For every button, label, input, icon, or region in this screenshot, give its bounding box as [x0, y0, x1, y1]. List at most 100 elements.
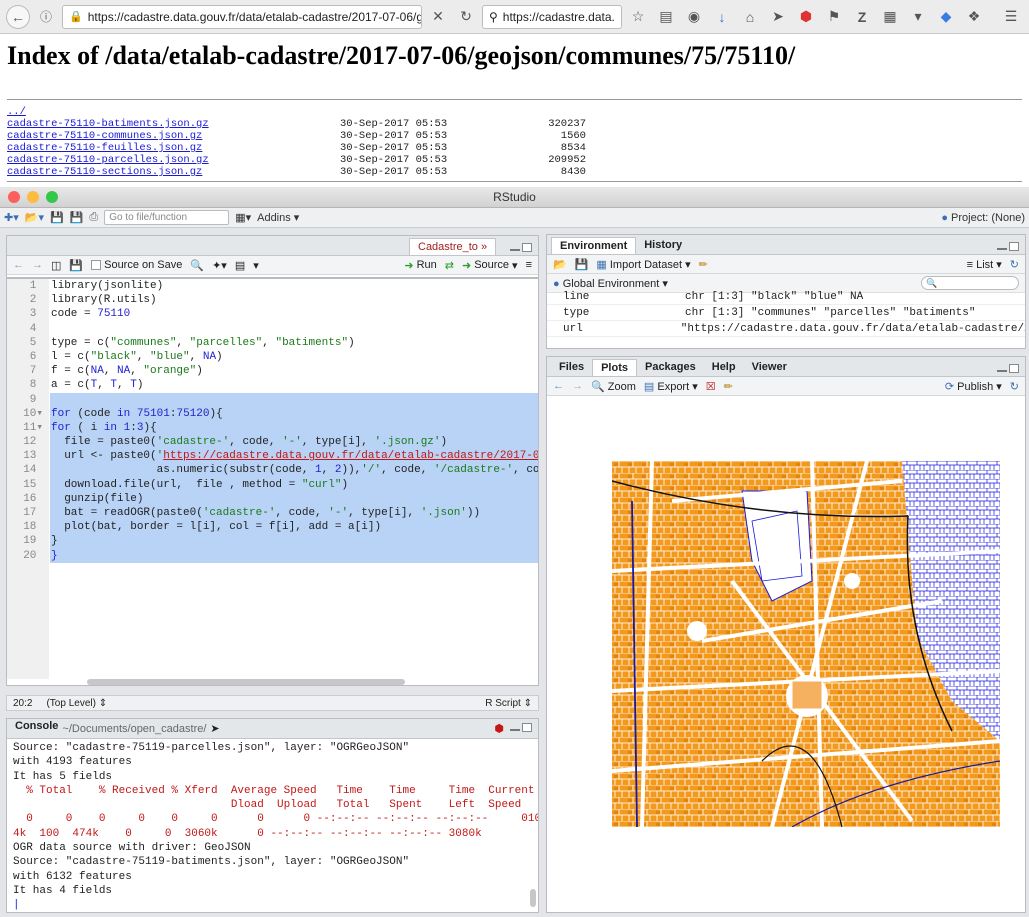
env-row[interactable]: url "https://cadastre.data.gouv.fr/data/e…	[547, 321, 1025, 337]
file-type-selector[interactable]: R Script ⇕	[485, 698, 532, 709]
print-icon[interactable]: ⎙	[89, 211, 98, 224]
file-link[interactable]: cadastre-75110-batiments.json.gz	[7, 118, 340, 130]
back-arrow-icon[interactable]: ←	[13, 259, 24, 271]
import-dataset-button[interactable]: ▦ Import Dataset ▾	[596, 258, 690, 271]
maximize-pane-icon[interactable]	[1009, 242, 1019, 251]
minimize-pane-icon[interactable]	[510, 728, 520, 731]
flag-icon[interactable]: ⚑	[822, 5, 846, 29]
tab-help[interactable]: Help	[704, 359, 744, 376]
info-icon[interactable]: ⓘ	[34, 5, 58, 29]
go-arrow-icon[interactable]: →	[620, 10, 621, 24]
save-all-icon[interactable]: 💾	[70, 211, 84, 224]
addins-menu[interactable]: Addins ▾	[257, 211, 299, 225]
new-file-icon[interactable]: ✚▾	[4, 211, 19, 224]
minimize-pane-icon[interactable]	[997, 248, 1007, 250]
reader-icon[interactable]: ▤	[654, 5, 678, 29]
compile-icon[interactable]: ▤	[235, 259, 245, 272]
code-editor[interactable]: 1 2 3 4 5 6 7 8 9 10▾ 11▾ 12 13 14 15 16 1…	[6, 278, 539, 686]
download-icon[interactable]: ↓	[710, 5, 734, 29]
run-button[interactable]: ➜ Run	[404, 259, 436, 272]
scope-selector[interactable]: (Top Level) ⇕	[46, 698, 107, 709]
grid-layout-icon[interactable]: ▦▾	[235, 211, 251, 224]
forward-arrow-icon[interactable]: →	[32, 259, 43, 271]
dropdown-icon[interactable]: ▾	[906, 5, 930, 29]
refresh-icon[interactable]: ↻	[1010, 380, 1019, 393]
maximize-pane-icon[interactable]	[1009, 364, 1019, 373]
wand-icon[interactable]: ✦▾	[212, 259, 227, 272]
page-icon[interactable]: ▦	[878, 5, 902, 29]
close-window-button[interactable]	[8, 191, 20, 203]
maximize-pane-icon[interactable]	[522, 722, 532, 732]
back-button[interactable]: ←	[6, 4, 30, 29]
more-tabs-icon[interactable]: »	[481, 241, 487, 253]
load-workspace-icon[interactable]: 📂	[553, 258, 567, 271]
puzzle-icon[interactable]: ❖	[962, 5, 986, 29]
file-link[interactable]: cadastre-75110-feuilles.json.gz	[7, 142, 340, 154]
home-icon[interactable]: ⌂	[738, 5, 762, 29]
file-link[interactable]: cadastre-75110-parcelles.json.gz	[7, 154, 340, 166]
line-number: 6	[29, 350, 43, 363]
source-on-save-checkbox[interactable]: Source on Save	[91, 259, 182, 271]
open-folder-icon[interactable]: 📂▾	[25, 211, 44, 224]
code-lines[interactable]: library(jsonlite) library(R.utils) code …	[50, 279, 538, 679]
minimize-window-button[interactable]	[27, 191, 39, 203]
console-prompt[interactable]: |	[13, 898, 532, 912]
tab-files[interactable]: Files	[551, 359, 592, 376]
broom-icon[interactable]: ✏	[699, 258, 708, 271]
tab-cadastre-script[interactable]: Cadastre_to »	[409, 238, 497, 255]
goto-file-input[interactable]: Go to file/function	[104, 210, 230, 225]
clear-plots-icon[interactable]: ✏	[724, 380, 733, 393]
outline-icon[interactable]: ≡	[526, 259, 532, 271]
env-search-input[interactable]: 🔍	[921, 276, 1019, 290]
view-mode-selector[interactable]: ≡ List ▾	[967, 258, 1002, 271]
parent-directory-link[interactable]: ../	[7, 106, 340, 118]
global-environment-selector[interactable]: ● Global Environment ▾	[553, 277, 668, 290]
show-in-window-icon[interactable]: ◫	[51, 259, 61, 272]
minimize-pane-icon[interactable]	[997, 370, 1007, 372]
menu-icon[interactable]: ☰	[999, 5, 1023, 29]
refresh-icon[interactable]: ↻	[1010, 258, 1019, 271]
horizontal-scrollbar[interactable]	[87, 679, 405, 685]
previous-plot-icon[interactable]: ←	[553, 380, 564, 392]
zotero-icon[interactable]: Z	[850, 5, 874, 29]
pocket-icon[interactable]: ◉	[682, 5, 706, 29]
options-dropdown-icon[interactable]: ▾	[253, 259, 259, 272]
maximize-pane-icon[interactable]	[522, 243, 532, 252]
source-button[interactable]: ➜ Source ▾	[462, 259, 518, 272]
save-icon[interactable]: 💾	[50, 211, 64, 224]
reload-button[interactable]: ↻	[454, 5, 478, 29]
save-workspace-icon[interactable]: 💾	[575, 258, 589, 271]
tab-packages[interactable]: Packages	[637, 359, 704, 376]
publish-button[interactable]: ⟳ Publish ▾	[945, 380, 1002, 393]
tab-environment[interactable]: Environment	[551, 237, 637, 254]
tab-viewer[interactable]: Viewer	[744, 359, 795, 376]
zoom-window-button[interactable]	[46, 191, 58, 203]
stop-icon[interactable]: ⬢	[494, 722, 504, 735]
go-to-directory-icon[interactable]: ➤	[210, 722, 219, 735]
tab-history[interactable]: History	[636, 237, 690, 254]
vertical-scrollbar[interactable]	[530, 889, 536, 907]
env-row[interactable]: type chr [1:3] "communes" "parcelles" "ba…	[547, 305, 1025, 321]
env-row[interactable]: line chr [1:3] "black" "blue" NA	[547, 289, 1025, 305]
search-bar[interactable]: ⚲ https://cadastre.data. →	[482, 4, 622, 29]
send-icon[interactable]: ➤	[766, 5, 790, 29]
url-bar[interactable]: 🔒 https://cadastre.data.gouv.fr/data/eta…	[62, 4, 422, 29]
tab-plots[interactable]: Plots	[592, 359, 637, 376]
export-button[interactable]: ▤ Export ▾	[644, 380, 698, 393]
rerun-icon[interactable]: ⇄	[445, 259, 454, 272]
adblock-icon[interactable]: ⬢	[794, 5, 818, 29]
remove-plot-icon[interactable]: ☒	[706, 380, 716, 393]
file-link[interactable]: cadastre-75110-sections.json.gz	[7, 166, 340, 178]
next-plot-icon[interactable]: →	[572, 380, 583, 392]
save-icon[interactable]: 💾	[69, 259, 83, 272]
bookmark-star-icon[interactable]: ☆	[626, 5, 650, 29]
close-icon[interactable]: ✕	[426, 5, 450, 29]
extension-icon[interactable]: ◆	[934, 5, 958, 29]
console-pane[interactable]: Console ~/Documents/open_cadastre/ ➤ ⬢ S…	[6, 718, 539, 913]
project-menu[interactable]: ● Project: (None)	[941, 212, 1025, 224]
minimize-pane-icon[interactable]	[510, 249, 520, 251]
tab-console[interactable]: Console	[11, 720, 62, 737]
zoom-button[interactable]: 🔍 Zoom	[591, 380, 636, 393]
find-icon[interactable]: 🔍	[190, 259, 204, 272]
file-link[interactable]: cadastre-75110-communes.json.gz	[7, 130, 340, 142]
